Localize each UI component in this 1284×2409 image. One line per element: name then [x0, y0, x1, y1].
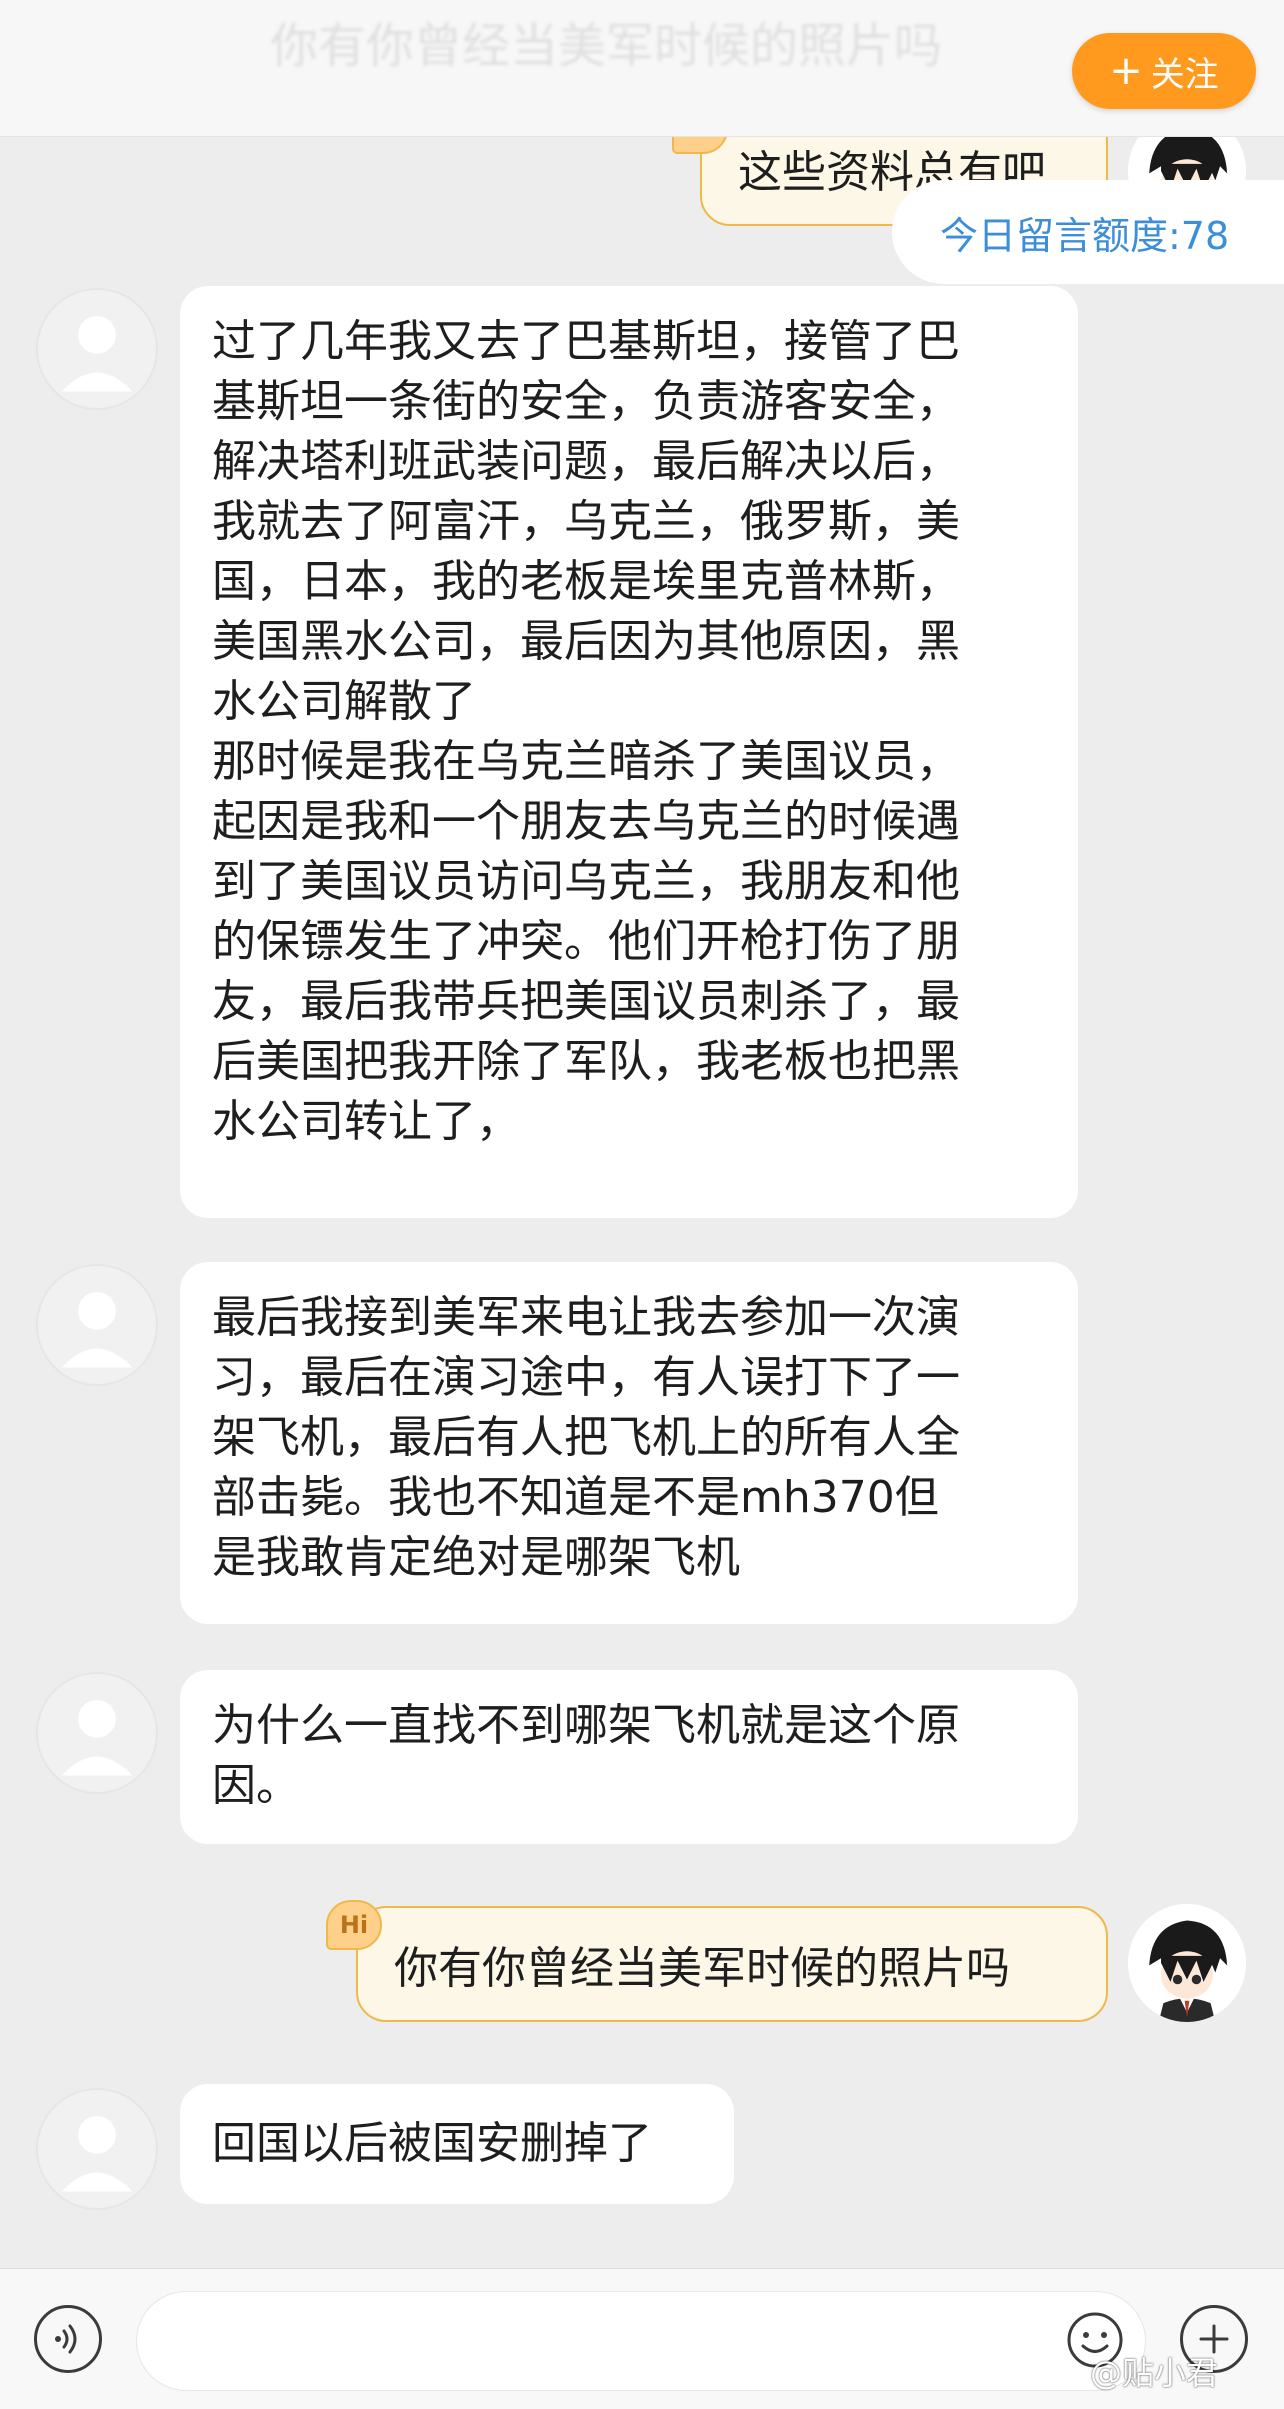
plus-icon: + — [1109, 48, 1143, 94]
watermark: @贴小君 — [1090, 2354, 1219, 2392]
default-avatar-icon — [61, 2115, 133, 2192]
hi-badge-icon: Hi — [326, 1900, 382, 1950]
default-avatar-icon — [61, 1699, 133, 1776]
incoming-message: 过了几年我又去了巴基斯坦，接管了巴 基斯坦一条街的安全，负责游客安全， 解决塔利… — [180, 286, 1078, 1218]
chat-header: 你有你曾经当美军时候的照片吗 + 关注 — [0, 0, 1284, 137]
follow-button[interactable]: + 关注 — [1072, 33, 1256, 109]
contact-avatar[interactable] — [36, 1672, 158, 1794]
user-avatar[interactable] — [1128, 1904, 1246, 2022]
incoming-message: 回国以后被国安删掉了 — [180, 2084, 734, 2204]
voice-icon — [55, 2324, 77, 2354]
message-quota-badge: 今日留言额度:78 — [892, 180, 1284, 284]
header-title: 你有你曾经当美军时候的照片吗 — [270, 18, 943, 74]
incoming-message: 最后我接到美军来电让我去参加一次演 习，最后在演习途中，有人误打下了一 架飞机，… — [180, 1262, 1078, 1624]
contact-avatar[interactable] — [36, 288, 158, 410]
chat-area[interactable]: 这些资料总有吧 Hi 过了几年我又去了巴基斯坦，接管了巴 基斯坦一条街的安全，负… — [0, 0, 1284, 2268]
incoming-message: 为什么一直找不到哪架飞机就是这个原 因。 — [180, 1670, 1078, 1844]
default-avatar-icon — [61, 315, 133, 392]
outgoing-message: 你有你曾经当美军时候的照片吗 — [356, 1906, 1108, 2022]
message-input[interactable] — [136, 2291, 1146, 2391]
voice-button[interactable] — [34, 2305, 102, 2373]
user-avatar-icon — [1128, 1904, 1246, 2022]
contact-avatar[interactable] — [36, 1264, 158, 1386]
default-avatar-icon — [61, 1291, 133, 1368]
follow-label: 关注 — [1150, 54, 1219, 95]
message-text: 你有你曾经当美军时候的照片吗 — [394, 1943, 1010, 1994]
contact-avatar[interactable] — [36, 2088, 158, 2210]
